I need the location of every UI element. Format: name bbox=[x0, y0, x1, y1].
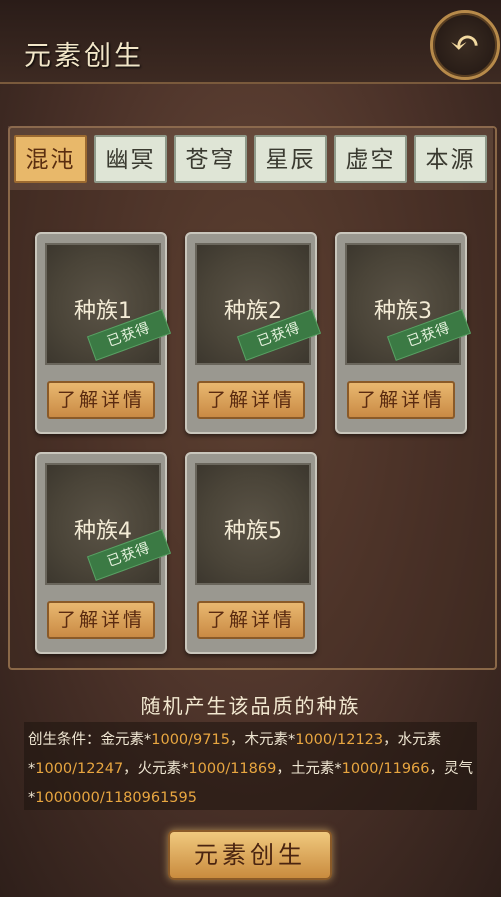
condition-value: 1000/11869 bbox=[188, 761, 277, 777]
tab-youming[interactable]: 幽冥 bbox=[94, 135, 167, 183]
condition-value: 1000/12123 bbox=[295, 732, 384, 748]
details-button[interactable]: 了解详情 bbox=[197, 601, 305, 639]
details-button[interactable]: 了解详情 bbox=[347, 381, 455, 419]
condition-sep: ， bbox=[123, 761, 138, 777]
details-button[interactable]: 了解详情 bbox=[197, 381, 305, 419]
condition-name: 土元素* bbox=[290, 761, 342, 777]
race-card[interactable]: 种族5 了解详情 bbox=[185, 452, 317, 654]
tab-xingchen[interactable]: 星辰 bbox=[254, 135, 327, 183]
tab-hundun[interactable]: 混沌 bbox=[14, 135, 87, 183]
back-button[interactable]: ↶ bbox=[430, 10, 500, 80]
condition-name: 金元素* bbox=[100, 732, 152, 748]
condition-sep: ， bbox=[276, 761, 291, 777]
tab-cangqiong[interactable]: 苍穹 bbox=[174, 135, 247, 183]
tab-xukong[interactable]: 虚空 bbox=[334, 135, 407, 183]
race-portrait: 种族5 bbox=[195, 463, 311, 585]
create-button[interactable]: 元素创生 bbox=[168, 830, 332, 880]
conditions-prefix: 创生条件： bbox=[28, 732, 101, 748]
page-title: 元素创生 bbox=[24, 41, 144, 72]
condition-sep: ， bbox=[229, 732, 245, 748]
condition-sep: ， bbox=[429, 761, 445, 777]
condition-value: 1000000/1180961595 bbox=[35, 790, 197, 806]
description-text: 随机产生该品质的种族 bbox=[140, 694, 361, 718]
condition-value: 1000/11966 bbox=[341, 761, 430, 777]
back-arrow-icon: ↶ bbox=[449, 23, 481, 64]
race-card[interactable]: 种族1 已获得 了解详情 bbox=[35, 232, 172, 434]
details-button[interactable]: 了解详情 bbox=[47, 601, 155, 639]
race-name: 种族5 bbox=[224, 519, 282, 544]
condition-value: 1000/12247 bbox=[35, 761, 124, 777]
race-card[interactable]: 种族3 已获得 了解详情 bbox=[335, 232, 472, 434]
condition-sep: ， bbox=[383, 732, 398, 748]
condition-value: 1000/9715 bbox=[151, 732, 230, 748]
conditions-text: 创生条件：金元素*1000/9715，木元素*1000/12123，水元素*10… bbox=[28, 726, 478, 813]
race-card[interactable]: 种族4 已获得 了解详情 bbox=[35, 452, 172, 654]
condition-name: 木元素* bbox=[244, 732, 296, 748]
details-button[interactable]: 了解详情 bbox=[47, 381, 155, 419]
tab-benyuan[interactable]: 本源 bbox=[414, 135, 487, 183]
condition-name: 火元素* bbox=[137, 761, 189, 777]
race-card[interactable]: 种族2 已获得 了解详情 bbox=[185, 232, 322, 434]
